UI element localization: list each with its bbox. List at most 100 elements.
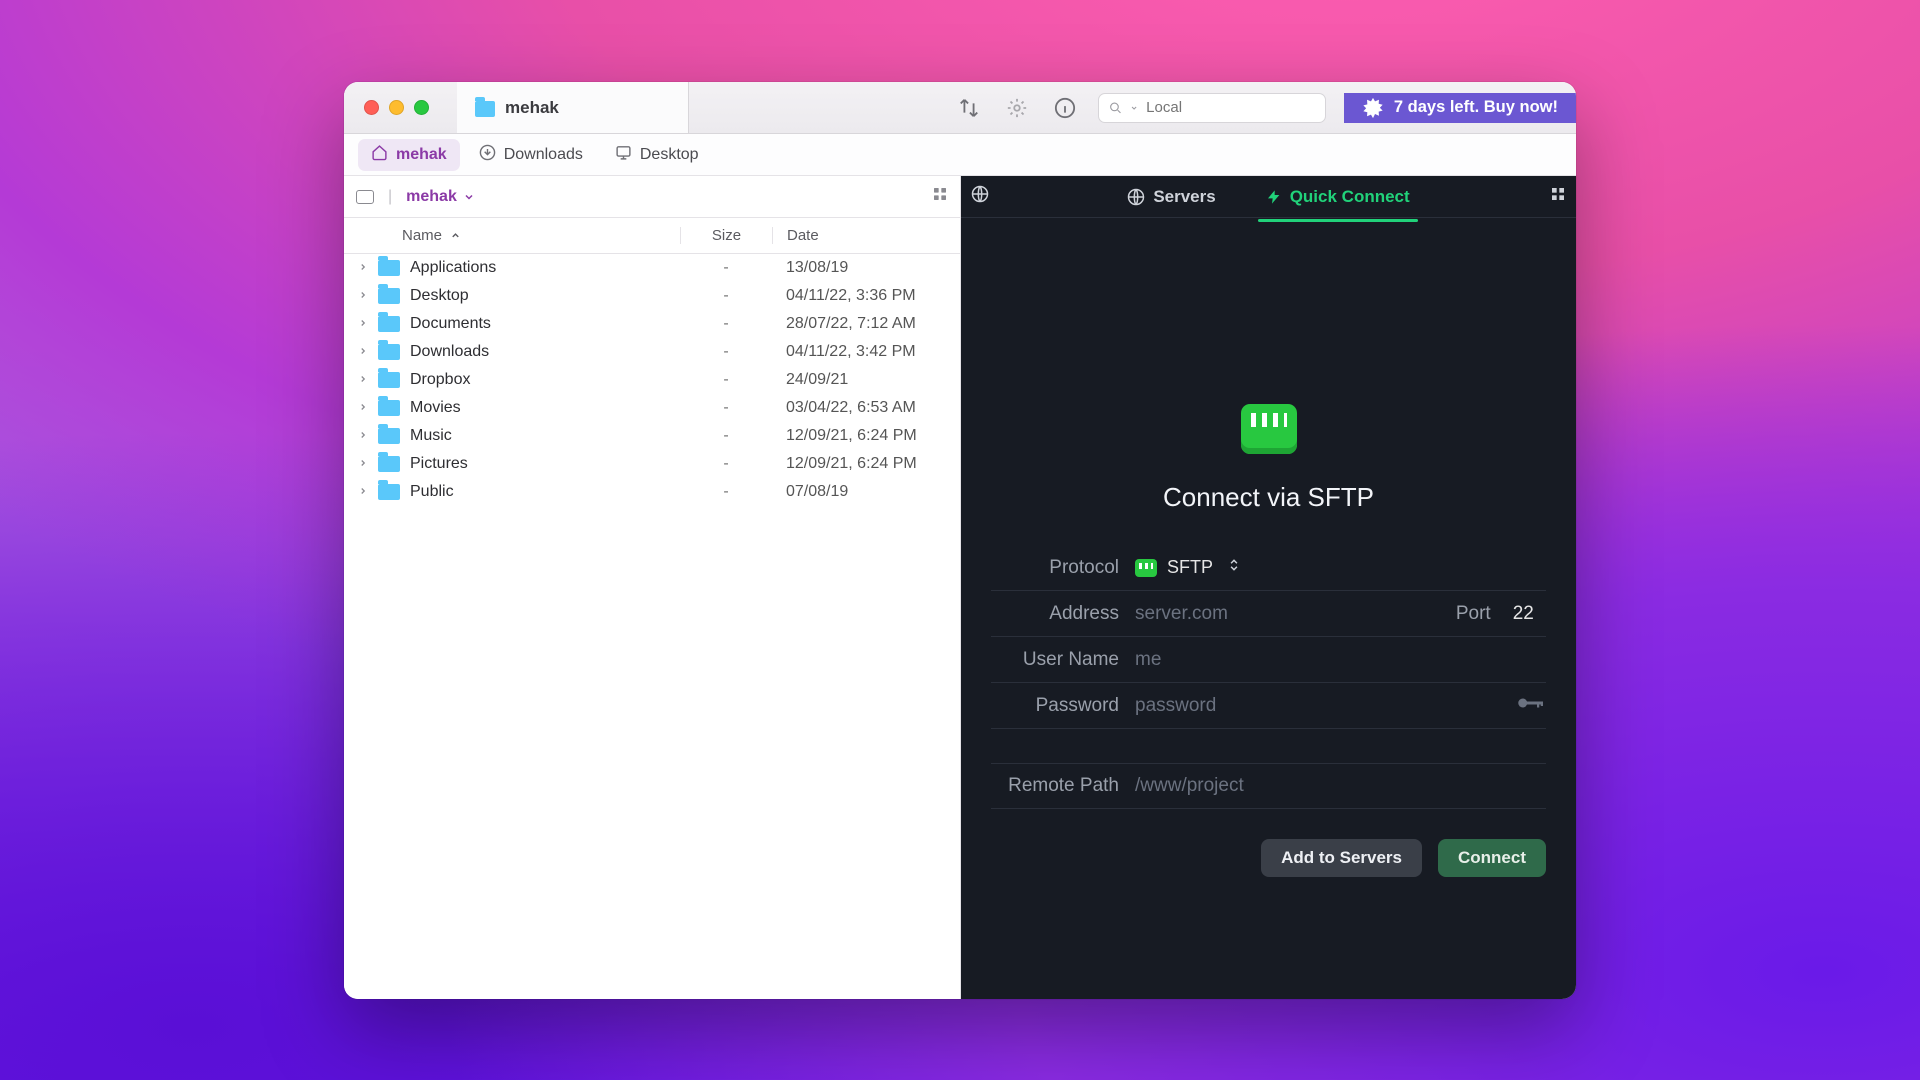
file-date: 24/09/21 [772, 371, 960, 389]
folder-icon [378, 288, 400, 304]
path-crumb[interactable]: mehak [406, 188, 475, 206]
window-tab-active[interactable]: mehak [457, 82, 689, 133]
disclosure-chevron-icon[interactable] [354, 483, 372, 501]
file-row[interactable]: Pictures-12/09/21, 6:24 PM [344, 450, 960, 478]
location-tab-label: mehak [396, 146, 447, 164]
quick-connect-title: Connect via SFTP [1163, 482, 1374, 513]
file-name: Pictures [410, 455, 680, 473]
disclosure-chevron-icon[interactable] [354, 371, 372, 389]
file-size: - [680, 455, 772, 473]
disclosure-chevron-icon[interactable] [354, 259, 372, 277]
desktop-icon [615, 144, 632, 166]
address-label: Address [991, 603, 1119, 625]
protocol-value: SFTP [1167, 557, 1213, 578]
view-mode-button[interactable] [932, 186, 948, 207]
search-input[interactable] [1146, 99, 1315, 116]
file-date: 12/09/21, 6:24 PM [772, 455, 960, 473]
file-date: 03/04/22, 6:53 AM [772, 399, 960, 417]
trial-text: 7 days left. Buy now! [1394, 98, 1558, 117]
chevron-down-icon [1130, 103, 1138, 113]
file-name: Applications [410, 259, 680, 277]
form-actions: Add to Servers Connect [991, 839, 1546, 877]
protocol-label: Protocol [991, 557, 1119, 579]
disclosure-chevron-icon[interactable] [354, 455, 372, 473]
tab-servers-label: Servers [1153, 187, 1215, 207]
close-window-button[interactable] [364, 100, 379, 115]
disk-icon[interactable] [356, 190, 374, 204]
protocol-select[interactable]: SFTP [1135, 556, 1241, 579]
info-icon[interactable] [1050, 93, 1080, 123]
row-address: Address Port 22 [991, 591, 1546, 637]
chevron-down-icon [463, 191, 475, 203]
file-row[interactable]: Applications-13/08/19 [344, 254, 960, 282]
remote-path-input[interactable] [1135, 775, 1546, 797]
location-tab-mehak[interactable]: mehak [358, 139, 460, 171]
port-value[interactable]: 22 [1513, 603, 1546, 625]
folder-icon [378, 372, 400, 388]
path-bar: | mehak [344, 176, 960, 218]
column-name[interactable]: Name [344, 227, 680, 244]
home-icon [371, 144, 388, 166]
address-input[interactable] [1135, 603, 1446, 625]
file-size: - [680, 399, 772, 417]
password-label: Password [991, 695, 1119, 717]
disclosure-chevron-icon[interactable] [354, 315, 372, 333]
globe-icon [1127, 188, 1145, 206]
password-input[interactable] [1135, 695, 1506, 717]
file-rows: Applications-13/08/19Desktop-04/11/22, 3… [344, 254, 960, 999]
bolt-icon [1266, 189, 1282, 205]
path-separator: | [388, 188, 392, 206]
minimize-window-button[interactable] [389, 100, 404, 115]
row-protocol: Protocol SFTP [991, 545, 1546, 591]
location-tab-desktop[interactable]: Desktop [602, 139, 712, 171]
quick-connect-body: Connect via SFTP Protocol SFTP [961, 218, 1576, 999]
column-date-label: Date [787, 227, 819, 244]
titlebar: mehak 7 days left. Buy now! [344, 82, 1576, 134]
file-size: - [680, 315, 772, 333]
transfers-icon[interactable] [954, 93, 984, 123]
file-row[interactable]: Downloads-04/11/22, 3:42 PM [344, 338, 960, 366]
file-row[interactable]: Public-07/08/19 [344, 478, 960, 506]
disclosure-chevron-icon[interactable] [354, 287, 372, 305]
window-tab-title: mehak [505, 98, 559, 118]
location-tab-label: Downloads [504, 146, 583, 164]
location-tab-downloads[interactable]: Downloads [466, 139, 596, 171]
add-to-servers-button[interactable]: Add to Servers [1261, 839, 1422, 877]
file-row[interactable]: Documents-28/07/22, 7:12 AM [344, 310, 960, 338]
file-date: 12/09/21, 6:24 PM [772, 427, 960, 445]
column-size[interactable]: Size [680, 227, 772, 244]
disclosure-chevron-icon[interactable] [354, 399, 372, 417]
search-icon [1109, 100, 1122, 116]
trial-banner[interactable]: 7 days left. Buy now! [1344, 93, 1576, 123]
column-date[interactable]: Date [772, 227, 960, 244]
sftp-mini-icon [1135, 559, 1157, 577]
key-icon[interactable] [1516, 694, 1546, 717]
connect-button[interactable]: Connect [1438, 839, 1546, 877]
username-label: User Name [991, 649, 1119, 671]
sftp-logo-icon [1241, 404, 1297, 454]
folder-icon [378, 316, 400, 332]
file-row[interactable]: Desktop-04/11/22, 3:36 PM [344, 282, 960, 310]
file-date: 13/08/19 [772, 259, 960, 277]
disclosure-chevron-icon[interactable] [354, 427, 372, 445]
username-input[interactable] [1135, 649, 1546, 671]
tab-servers[interactable]: Servers [1125, 181, 1217, 213]
main-split: | mehak Name Size Date Applications-13/0… [344, 176, 1576, 999]
file-row[interactable]: Dropbox-24/09/21 [344, 366, 960, 394]
folder-icon [378, 260, 400, 276]
file-row[interactable]: Music-12/09/21, 6:24 PM [344, 422, 960, 450]
tab-quick-connect[interactable]: Quick Connect [1264, 181, 1412, 213]
port-label: Port [1456, 603, 1491, 625]
zoom-window-button[interactable] [414, 100, 429, 115]
disclosure-chevron-icon[interactable] [354, 343, 372, 361]
file-size: - [680, 371, 772, 389]
file-size: - [680, 483, 772, 501]
file-row[interactable]: Movies-03/04/22, 6:53 AM [344, 394, 960, 422]
local-pane: | mehak Name Size Date Applications-13/0… [344, 176, 961, 999]
connect-form: Protocol SFTP Address [991, 545, 1546, 809]
search-field[interactable] [1098, 93, 1326, 123]
location-tabs: mehak Downloads Desktop [344, 134, 1576, 176]
activity-icon[interactable] [1002, 93, 1032, 123]
row-username: User Name [991, 637, 1546, 683]
tab-quick-connect-label: Quick Connect [1290, 187, 1410, 207]
